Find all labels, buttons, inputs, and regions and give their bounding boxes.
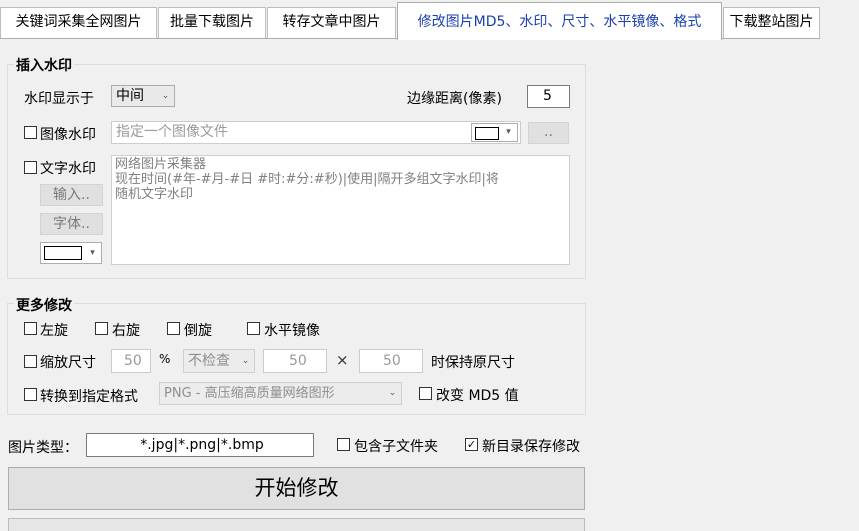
text-watermark-checkbox[interactable] — [24, 161, 37, 174]
mirror-checkbox[interactable] — [247, 322, 260, 335]
image-types-label: 图片类型： — [8, 440, 78, 456]
text-watermark-label: 文字水印 — [40, 161, 96, 177]
tab-article-images[interactable]: 转存文章中图片 — [267, 7, 396, 38]
times-icon: × — [336, 351, 349, 369]
include-subfolders-label: 包含子文件夹 — [354, 439, 438, 455]
scale-percent-input[interactable]: 50 — [111, 349, 151, 373]
rotate-left-checkbox[interactable] — [24, 322, 37, 335]
flip-checkbox[interactable] — [167, 322, 180, 335]
check-mode-value: 不检查 — [188, 353, 230, 369]
chevron-down-icon: ▾ — [506, 127, 511, 137]
format-select[interactable]: PNG - 高压缩高质量网络图形 ⌄ — [159, 382, 402, 405]
rotate-right-checkbox[interactable] — [95, 322, 108, 335]
new-directory-label: 新目录保存修改 — [482, 439, 580, 455]
keep-size-label: 时保持原尺寸 — [431, 355, 515, 371]
text-line: 现在时间(#年-#月-#日 #时:#分:#秒)|使用|隔开多组文字水印|将 — [115, 172, 499, 187]
resize-checkbox[interactable] — [24, 355, 37, 368]
text-line: 网络图片采集器 — [115, 157, 207, 172]
watermark-position-select[interactable]: 中间 ⌄ — [111, 85, 175, 107]
image-types-input[interactable]: *.jpg|*.png|*.bmp — [86, 433, 314, 457]
color-swatch — [475, 127, 499, 140]
check-icon: ✓ — [466, 438, 477, 451]
include-subfolders-checkbox[interactable] — [337, 438, 350, 451]
watermark-position-value: 中间 — [116, 88, 144, 104]
progress-bar — [8, 518, 585, 531]
more-modifications-title: 更多修改 — [14, 295, 74, 315]
margin-distance-input[interactable]: 5 — [527, 85, 570, 108]
md5-label: 改变 MD5 值 — [436, 388, 519, 404]
image-watermark-label: 图像水印 — [40, 127, 96, 143]
format-value: PNG - 高压缩高质量网络图形 — [164, 386, 335, 401]
new-directory-checkbox[interactable]: ✓ — [465, 438, 478, 451]
tab-batch-download[interactable]: 批量下载图片 — [158, 7, 266, 38]
browse-image-button[interactable]: .. — [528, 122, 569, 144]
image-file-input[interactable]: 指定一个图像文件 — [111, 121, 521, 144]
image-watermark-checkbox[interactable] — [24, 126, 37, 139]
mirror-label: 水平镜像 — [264, 323, 320, 339]
start-modify-button[interactable]: 开始修改 — [8, 467, 585, 510]
watermark-position-label: 水印显示于 — [24, 91, 94, 107]
image-color-picker[interactable]: ▾ — [471, 123, 518, 142]
chevron-down-icon: ⌄ — [161, 91, 170, 101]
rotate-left-label: 左旋 — [40, 323, 68, 339]
watermark-text-area[interactable]: 网络图片采集器 现在时间(#年-#月-#日 #时:#分:#秒)|使用|隔开多组文… — [111, 155, 570, 265]
watermark-group-title: 插入水印 — [14, 55, 74, 75]
convert-format-label: 转换到指定格式 — [40, 389, 138, 405]
width-input[interactable]: 50 — [263, 349, 327, 373]
font-button[interactable]: 字体.. — [40, 213, 103, 235]
color-swatch — [44, 246, 82, 260]
text-color-picker[interactable]: ▾ — [40, 242, 102, 264]
resize-label: 缩放尺寸 — [40, 355, 96, 371]
tab-keyword-collect[interactable]: 关键词采集全网图片 — [0, 7, 157, 38]
percent-label: % — [159, 352, 171, 366]
flip-label: 倒旋 — [184, 323, 212, 339]
convert-format-checkbox[interactable] — [24, 388, 37, 401]
chevron-down-icon: ▾ — [90, 248, 95, 258]
chevron-down-icon: ⌄ — [241, 356, 250, 366]
tab-site-download[interactable]: 下载整站图片 — [723, 7, 820, 38]
md5-checkbox[interactable] — [419, 387, 432, 400]
chevron-down-icon: ⌄ — [388, 388, 397, 398]
tab-modify-images[interactable]: 修改图片MD5、水印、尺寸、水平镜像、格式 — [397, 2, 722, 40]
tab-bar: 关键词采集全网图片 批量下载图片 转存文章中图片 修改图片MD5、水印、尺寸、水… — [0, 0, 859, 40]
rotate-right-label: 右旋 — [112, 323, 140, 339]
height-input[interactable]: 50 — [359, 349, 423, 373]
check-mode-select[interactable]: 不检查 ⌄ — [183, 349, 255, 373]
text-line: 随机文字水印 — [115, 187, 194, 202]
input-text-button[interactable]: 输入.. — [40, 184, 103, 206]
margin-distance-label: 边缘距离(像素) — [407, 91, 502, 107]
